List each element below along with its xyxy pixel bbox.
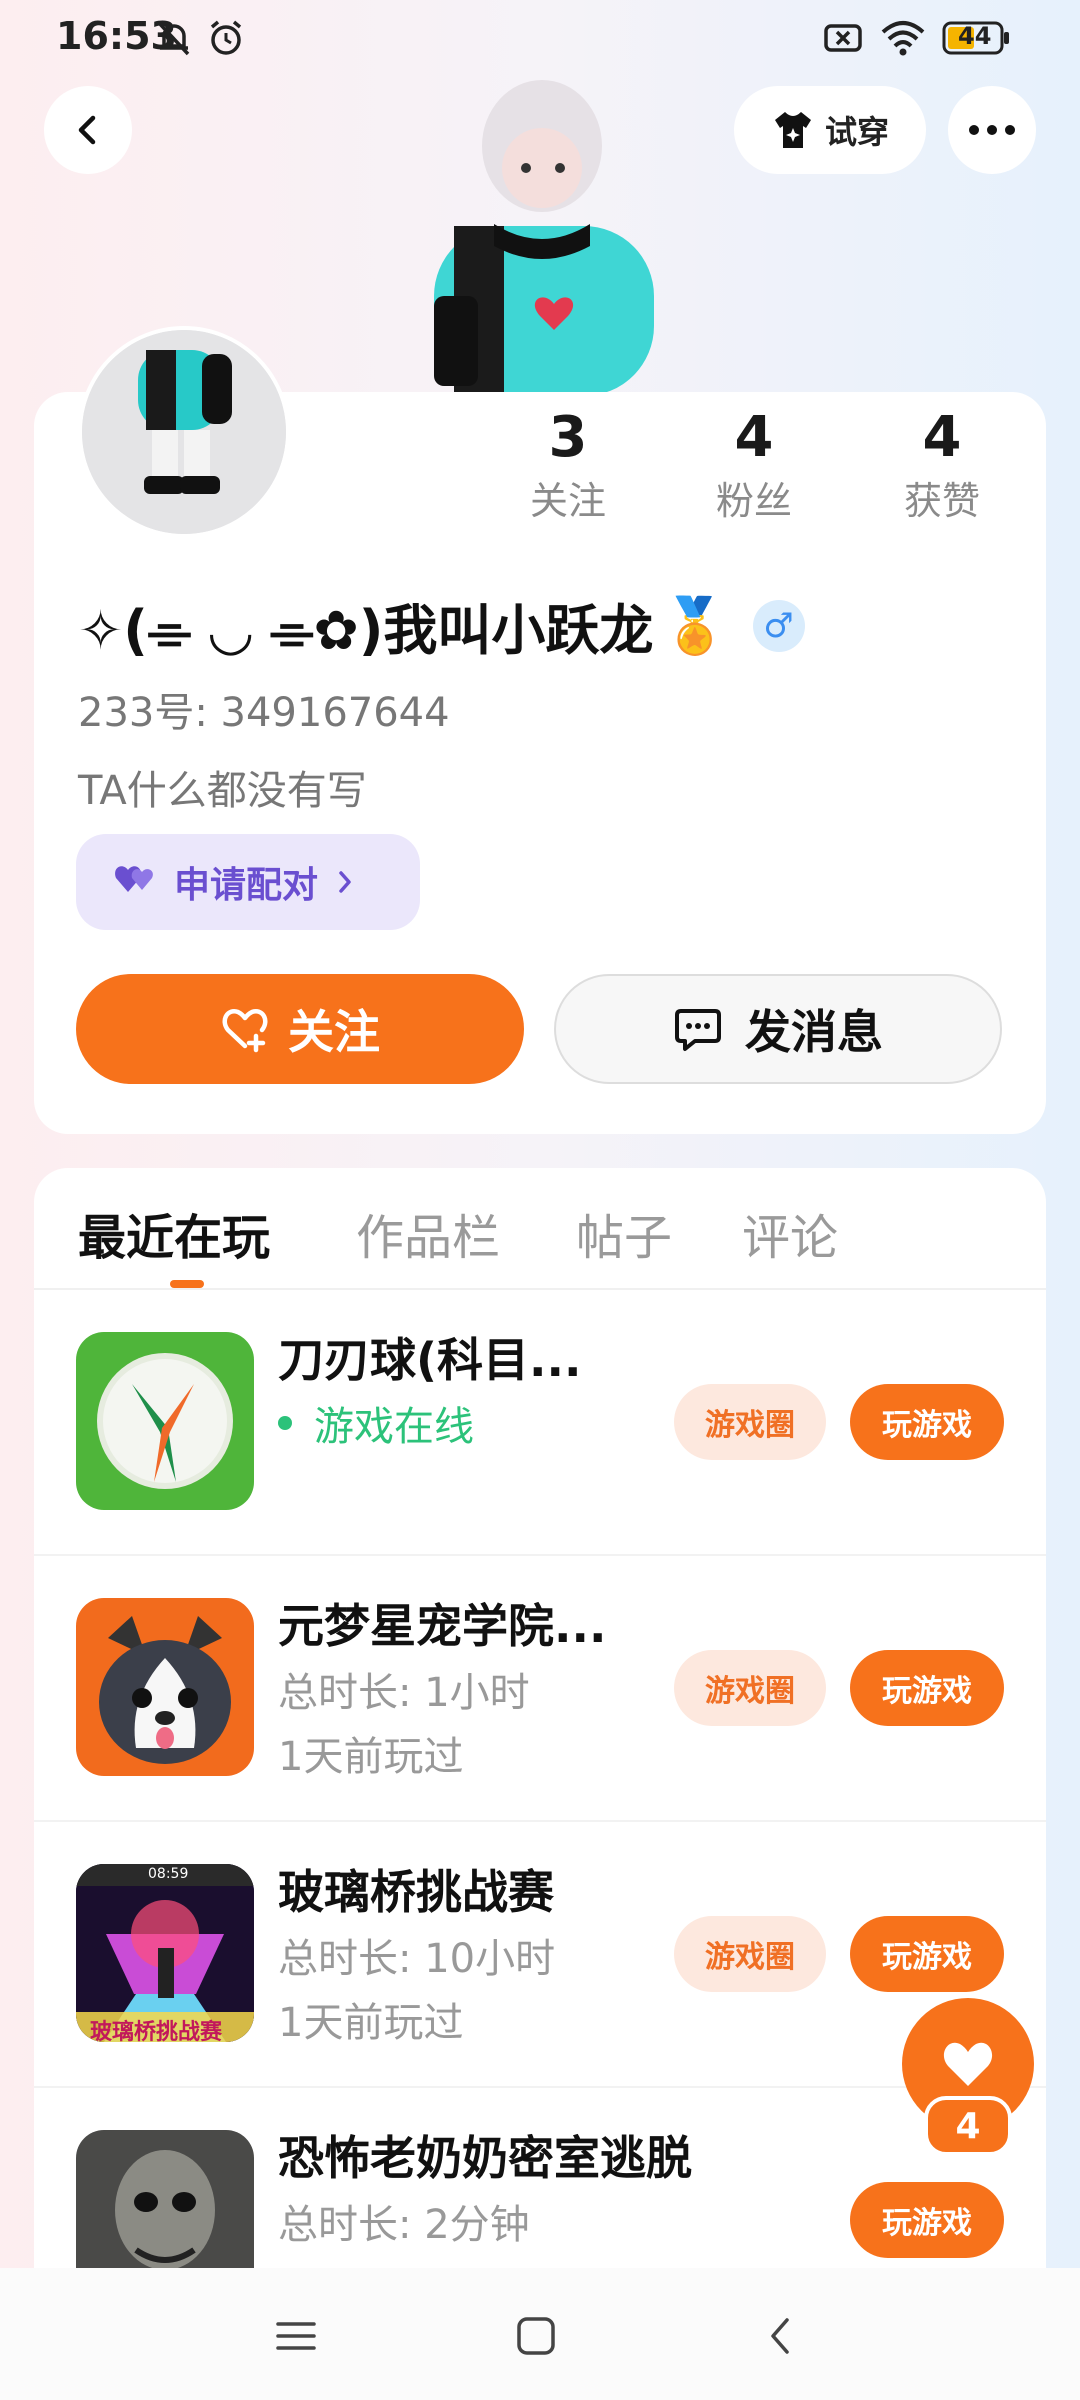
tshirt-icon [774,112,811,148]
game-row[interactable]: 08:59 玻璃桥挑战赛 玻璃桥挑战赛 总时长: 10小时 1天前玩过 游戏圈 … [34,1822,1046,2088]
tab-recent-games[interactable]: 最近在玩 [78,1198,270,1268]
icon-timer: 08:59 [148,1866,189,1882]
play-game-button[interactable]: 玩游戏 [850,1650,1004,1726]
back-arrow-icon [771,2318,789,2354]
icon-caption: 玻璃桥挑战赛 [90,2020,223,2042]
tab-indicator [170,1280,204,1288]
game-circle-button[interactable]: 游戏圈 [674,1916,826,1992]
user-id: 233号: 349167644 [78,690,450,736]
avatar[interactable] [78,326,290,538]
game-row[interactable]: 刀刃球(科目... 游戏在线 游戏圈 玩游戏 [34,1290,1046,1556]
chat-bubble-icon [675,1009,721,1051]
pair-request-label: 申请配对 [174,865,319,906]
online-dot-icon [278,1416,292,1430]
nickname: ✧(⌯ ◡ ⌯✿)我叫小跃龙 [78,599,654,662]
chevron-right-icon [339,871,351,893]
stat-likes[interactable]: 4 获赞 [862,400,1022,526]
system-nav-bar [0,2268,1080,2400]
stat-following-value: 3 [548,405,588,470]
tab-bar: 最近在玩 作品栏 帖子 评论 [34,1168,1046,1290]
stat-following[interactable]: 3 关注 [488,400,648,526]
avatar-figure [434,80,654,396]
game-row[interactable]: 元梦星宠学院... 总时长: 1小时 1天前玩过 游戏圈 玩游戏 [34,1556,1046,1822]
stat-fans-value: 4 [734,405,774,470]
follow-button[interactable]: 关注 [76,974,524,1084]
back-button[interactable] [44,86,132,174]
gender-male-icon: ♂ [752,599,805,652]
play-game-button[interactable]: 玩游戏 [850,2182,1004,2258]
tryon-label: 试穿 [824,113,889,151]
game-title: 刀刃球(科目... [278,1333,582,1387]
sim-off-icon [822,18,864,62]
stat-fans-label: 粉丝 [715,479,792,523]
game-last-played: 1天前玩过 [278,2000,464,2046]
online-status: 游戏在线 [278,1394,474,1452]
game-last-played: 1天前玩过 [278,1734,464,1780]
game-duration: 总时长: 2分钟 [278,2202,530,2248]
battery-level: 44 [958,22,992,50]
game-title: 玻璃桥挑战赛 [278,1865,554,1919]
game-icon-pet-academy [76,1598,254,1776]
message-button[interactable]: 发消息 [554,974,1002,1084]
home-square-icon [517,2317,555,2355]
home-nav-button[interactable] [508,2308,564,2364]
game-circle-button[interactable]: 游戏圈 [674,1650,826,1726]
game-duration: 总时长: 1小时 [278,1670,530,1716]
pair-request-button[interactable]: 申请配对 [76,834,420,930]
nickname-row: ✧(⌯ ◡ ⌯✿)我叫小跃龙 🏅 ♂ [78,586,805,665]
more-dots-icon [969,125,1015,135]
message-label: 发消息 [745,1005,883,1059]
game-icon-granny [76,2130,254,2268]
game-icon-glass-bridge: 08:59 玻璃桥挑战赛 [76,1864,254,2042]
follow-label: 关注 [288,1005,380,1059]
game-last-played: 2天前玩过 [278,2256,463,2268]
like-count: 4 [924,2096,1012,2156]
alarm-icon [206,18,246,62]
game-circle-button[interactable]: 游戏圈 [674,1384,826,1460]
game-icon-knife-ball [76,1332,254,1510]
game-duration: 总时长: 10小时 [278,1936,556,1982]
stat-fans[interactable]: 4 粉丝 [674,400,834,526]
double-heart-icon [115,866,153,892]
more-button[interactable] [948,86,1036,174]
game-title: 元梦星宠学院... [278,1599,607,1653]
wifi-icon [880,18,926,62]
content-card: 最近在玩 作品栏 帖子 评论 刀刃球(科目... 游戏在线 游戏圈 玩游戏 元梦… [34,1168,1046,2268]
mute-bell-icon [154,18,194,62]
menu-nav-button[interactable] [268,2308,324,2364]
chevron-left-icon [78,115,96,145]
status-bar: 16:53 44 [0,0,1080,76]
play-game-button[interactable]: 玩游戏 [850,1916,1004,1992]
tab-posts[interactable]: 帖子 [576,1198,672,1268]
stat-likes-value: 4 [922,405,962,470]
tryon-button[interactable]: 试穿 [734,86,926,174]
online-label: 游戏在线 [314,1404,474,1450]
stat-following-label: 关注 [529,479,606,523]
medal-icon: 🏅 [661,593,729,657]
stat-likes-label: 获赞 [903,479,980,523]
tab-works[interactable]: 作品栏 [356,1198,500,1268]
avatar-thumbnail [82,330,286,534]
back-nav-button[interactable] [752,2308,808,2364]
tab-comments[interactable]: 评论 [742,1198,838,1268]
heart-plus-icon [222,1008,268,1053]
play-game-button[interactable]: 玩游戏 [850,1384,1004,1460]
bio: TA什么都没有写 [78,768,367,814]
game-row[interactable]: 恐怖老奶奶密室逃脱 总时长: 2分钟 2天前玩过 玩游戏 [34,2088,1046,2268]
heart-icon [943,2042,993,2086]
game-title: 恐怖老奶奶密室逃脱 [278,2131,692,2185]
menu-icon [276,2322,316,2350]
